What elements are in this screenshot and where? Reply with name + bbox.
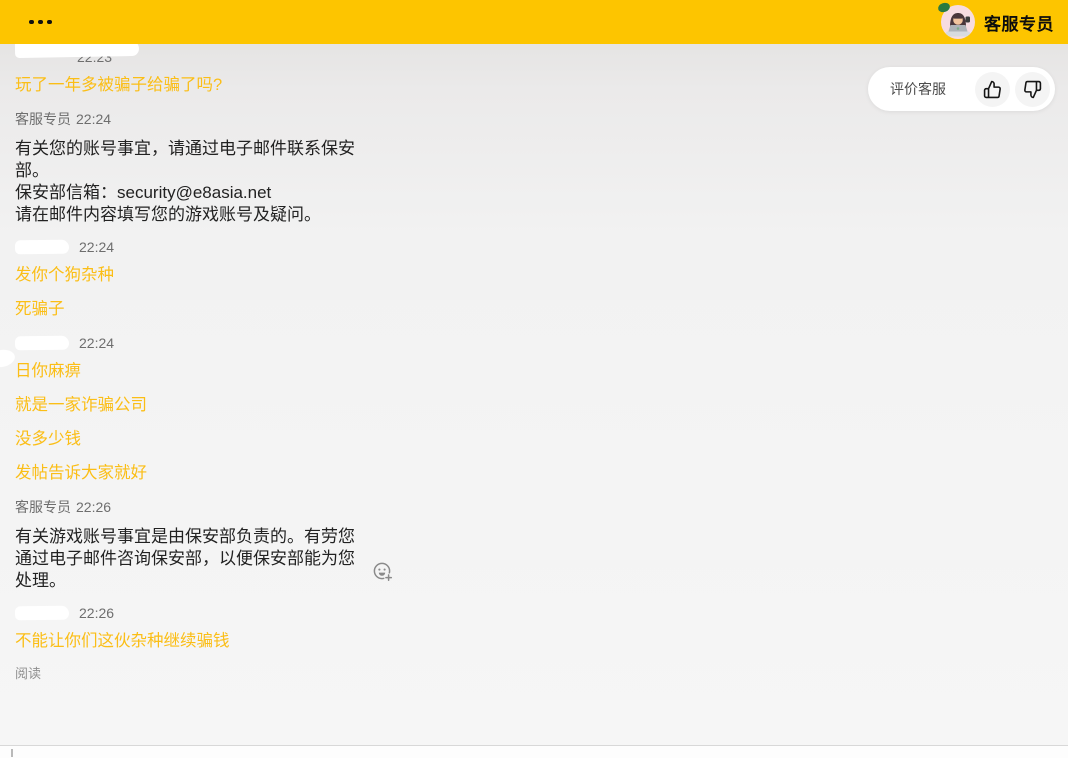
thumb-down-button[interactable] [1015, 72, 1050, 107]
more-menu-icon[interactable] [25, 14, 56, 31]
redacted-sender-name [15, 606, 69, 621]
thumb-down-icon [1023, 80, 1042, 99]
message-group: 客服专员 22:26 有关游戏账号事宜是由保安部负责的。有劳您通过电子邮件咨询保安部… [15, 498, 1053, 592]
emoji-smile-plus-glyph [371, 560, 395, 584]
agent-message-line: 保安部信箱：security@e8asia.net [15, 182, 369, 204]
agent-message-line: 请在邮件内容填写您的游戏账号及疑问。 [15, 204, 369, 226]
thumb-up-button[interactable] [975, 72, 1010, 107]
message-group: 22:26 不能让你们这伙杂种继续骗钱阅读 [15, 604, 1053, 682]
timestamp: 22:24 [76, 111, 111, 127]
rating-widget: 评价客服 [868, 67, 1055, 111]
redacted-sender-name [15, 336, 69, 351]
message-meta: 22:24 [15, 238, 1053, 256]
agent-identity: 客服专员 [941, 5, 1054, 39]
message-meta: 22:26 [15, 604, 1053, 622]
message-group: 22:24 发你个狗杂种死骗子 [15, 238, 1053, 318]
sender-name: 客服专员 [15, 499, 71, 515]
read-status: 阅读 [15, 666, 1053, 682]
user-message: 就是一家诈骗公司 [15, 396, 1053, 414]
thumb-up-icon [983, 80, 1002, 99]
agent-message-line: 有关您的账号事宜，请通过电子邮件联系保安部。 [15, 138, 369, 182]
message-meta: 客服专员 22:26 [15, 498, 1053, 516]
message-meta: 22:24 [15, 334, 1053, 352]
message-meta: 客服专员 22:24 [15, 110, 1053, 128]
message-group: 22:24 日你麻痹就是一家诈骗公司没多少钱发帖告诉大家就好 [15, 334, 1053, 482]
timestamp: 22:24 [79, 239, 114, 255]
user-message: 不能让你们这伙杂种继续骗钱 [15, 632, 1053, 650]
timestamp: 22:26 [76, 499, 111, 515]
emoji-add-icon[interactable] [371, 560, 395, 590]
chat-window: 客服专员 评价客服 22:23玩了一年多被骗子给骗了吗?客服专员22:24有关您… [0, 0, 1068, 758]
user-message: 没多少钱 [15, 430, 1053, 448]
user-message: 发帖告诉大家就好 [15, 464, 1053, 482]
user-message: 发你个狗杂种 [15, 266, 1053, 284]
agent-message-line: 有关游戏账号事宜是由保安部负责的。有劳您通过电子邮件咨询保安部，以便保安部能为您… [15, 526, 369, 592]
input-caret [11, 749, 13, 757]
agent-title: 客服专员 [984, 10, 1054, 35]
agent-message: 有关您的账号事宜，请通过电子邮件联系保安部。保安部信箱：security@e8a… [15, 138, 369, 226]
agent-message: 有关游戏账号事宜是由保安部负责的。有劳您通过电子邮件咨询保安部，以便保安部能为您… [15, 526, 369, 592]
avatar [941, 5, 975, 39]
chat-scroll-area[interactable]: 22:23玩了一年多被骗子给骗了吗?客服专员22:24有关您的账号事宜，请通过电… [0, 44, 1068, 745]
redacted-sender-name [15, 240, 69, 255]
message-group: 客服专员 22:24 有关您的账号事宜，请通过电子邮件联系保安部。保安部信箱：sec… [15, 110, 1053, 226]
timestamp: 22:24 [79, 335, 114, 351]
rating-label: 评价客服 [890, 79, 946, 99]
header-bar: 客服专员 [0, 0, 1068, 44]
timestamp: 22:26 [79, 605, 114, 621]
message-input-area[interactable] [0, 745, 1068, 758]
sender-name: 客服专员 [15, 111, 71, 127]
user-message: 日你麻痹 [15, 362, 1053, 380]
user-message: 死骗子 [15, 300, 1053, 318]
redaction-overlay [15, 44, 139, 58]
message-meta: 22:23 [15, 48, 1053, 66]
